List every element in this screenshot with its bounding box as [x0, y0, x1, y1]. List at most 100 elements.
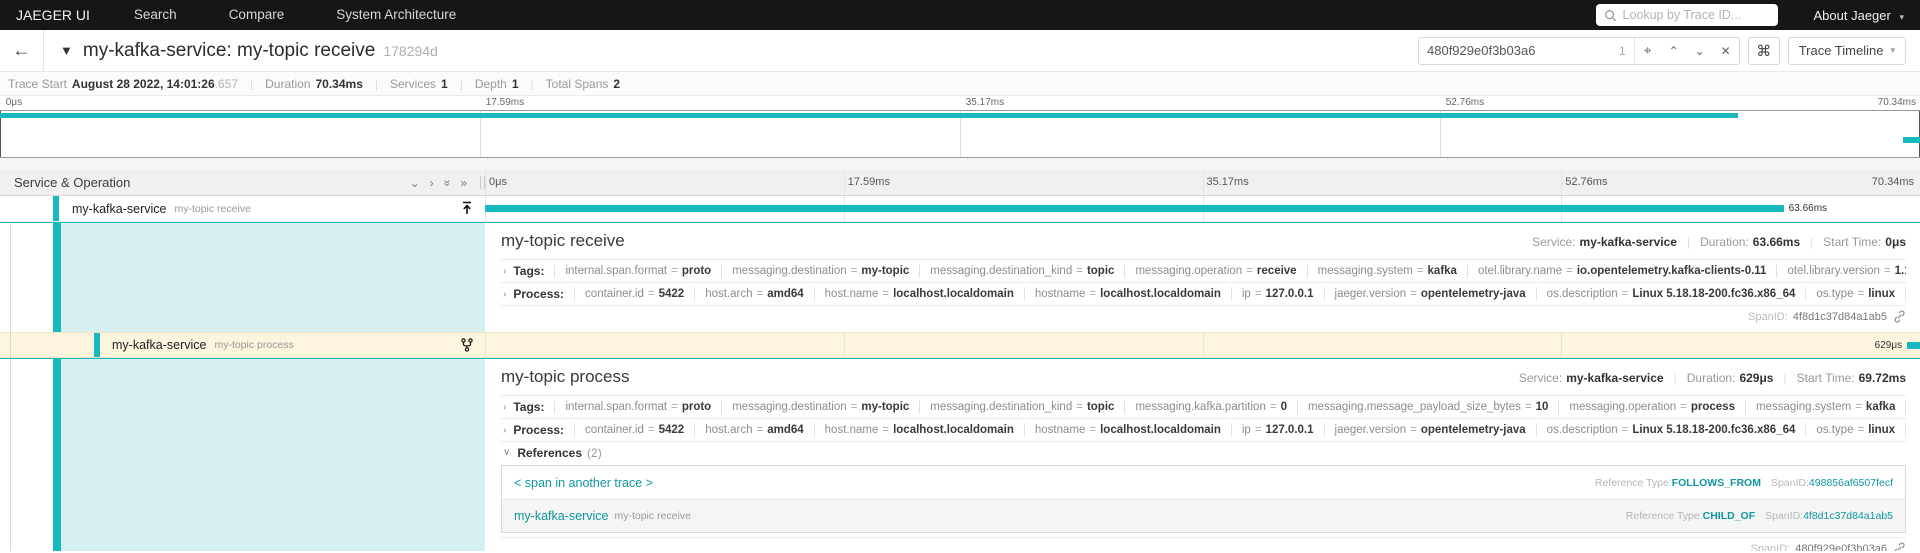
link-icon[interactable]: [1893, 542, 1906, 551]
kv-equals: =: [671, 401, 678, 413]
kv-value: 10: [1535, 401, 1549, 413]
minimap-span-bar: [0, 113, 1738, 118]
detail-meta-label: Duration:: [1700, 235, 1749, 249]
span-duration-bar[interactable]: [1907, 342, 1920, 349]
kv-equals: =: [1076, 265, 1083, 277]
kv-equals: =: [1857, 424, 1865, 436]
about-jaeger-menu[interactable]: About Jaeger ▾: [1814, 8, 1905, 23]
summary-item: Total Spans 2: [519, 77, 620, 91]
collapse-one-icon[interactable]: ⌄: [410, 176, 420, 190]
process-summary-row[interactable]: › Process: container.id = 5422 host.arch = amd6…: [501, 282, 1906, 305]
span-timeline-cell[interactable]: 63.66ms: [485, 196, 1920, 221]
timeline-tick-label: 0μs: [489, 176, 507, 188]
kv-key: container.id: [585, 424, 644, 436]
focus-match-icon[interactable]: ⌖: [1635, 38, 1661, 64]
detail-meta-label: Service:: [1532, 235, 1576, 249]
reference-spanid-value: 4f8d1c37d84a1ab5: [1803, 510, 1893, 522]
prev-match-icon[interactable]: ⌃: [1661, 38, 1687, 64]
nav-item-compare[interactable]: Compare: [229, 7, 285, 22]
span-detail-header: my-topic process Service: my-kafka-service…: [501, 367, 1906, 387]
collapse-all-icon[interactable]: »: [440, 179, 454, 186]
span-color-accent: [94, 333, 100, 357]
span-name-cell[interactable]: my-kafka-service my-topic process: [0, 333, 485, 357]
process-kv-pill: ip = 127.0.0.1: [1230, 423, 1324, 437]
process-kv-pill: container.id = 5422: [574, 423, 694, 437]
span-tree-accent-band: [53, 359, 61, 551]
span-service-name: my-kafka-service: [112, 338, 207, 352]
indent-guide-line: [10, 333, 11, 357]
tags-summary-row[interactable]: › Tags: internal.span.format = proto messagin…: [501, 395, 1906, 418]
kv-equals: =: [1857, 288, 1865, 300]
timeline-minimap[interactable]: [0, 110, 1920, 158]
nav-item-search[interactable]: Search: [134, 7, 177, 22]
tags-summary-row[interactable]: › Tags: internal.span.format = proto messagin…: [501, 259, 1906, 282]
tags-label: Tags:: [513, 264, 545, 278]
jaeger-logo[interactable]: JAEGER UI: [16, 7, 90, 23]
link-icon[interactable]: [1893, 310, 1906, 323]
kv-key: messaging.kafka.partition: [1135, 401, 1266, 413]
detail-meta-value: my-kafka-service: [1566, 371, 1664, 385]
chevron-right-icon: ›: [503, 288, 507, 300]
indent-guide-line: [10, 223, 11, 332]
tags-kv-pill: messaging.kafka.partition = 0: [1124, 400, 1297, 414]
process-kv-pill: process.command_line=/usr...: [1905, 287, 1906, 301]
tags-kv-pill: internal.span.format = proto: [554, 400, 721, 414]
tags-kv-pill: messaging.system = kafka: [1306, 264, 1467, 278]
reference-row[interactable]: my-kafka-service my-topic receive Referenc…: [502, 499, 1905, 532]
next-match-icon[interactable]: ⌄: [1687, 38, 1713, 64]
span-duration-bar[interactable]: [485, 205, 1784, 212]
search-icon: [1604, 9, 1616, 21]
kv-value: io.opentelemetry.kafka-clients-0.11: [1576, 265, 1767, 277]
chevron-down-icon: ∨: [503, 447, 511, 458]
process-kv-pill: hostname = localhost.localdomain: [1023, 287, 1231, 301]
kv-equals: =: [1566, 265, 1573, 277]
reference-type-label: Reference Type:: [1625, 510, 1703, 522]
trace-id-lookup-input[interactable]: Lookup by Trace ID...: [1595, 4, 1778, 26]
find-in-trace-input[interactable]: [1419, 43, 1619, 58]
kv-value: amd64: [767, 288, 804, 300]
expand-all-icon[interactable]: »: [460, 176, 467, 190]
kv-equals: =: [1524, 401, 1532, 413]
references-summary-row[interactable]: ∨ References (2): [501, 441, 1906, 463]
kv-value: 0: [1280, 401, 1287, 413]
span-detail-row: my-topic process Service: my-kafka-service…: [0, 358, 1920, 551]
timeline-gridline: [485, 333, 486, 357]
nav-item-system-architecture[interactable]: System Architecture: [336, 7, 456, 22]
kv-equals: =: [756, 424, 764, 436]
kv-equals: =: [1621, 288, 1629, 300]
reference-link[interactable]: < span in another trace >: [514, 476, 653, 490]
trace-summary-bar: Trace StartAugust 28 2022, 14:01:26.657D…: [0, 72, 1920, 96]
kv-equals: =: [1680, 401, 1687, 413]
minimap-tick-label: 52.76ms: [1445, 97, 1485, 108]
clear-search-icon[interactable]: ✕: [1713, 38, 1739, 64]
timeline-tick-label: 52.76ms: [1565, 176, 1608, 188]
reference-link[interactable]: my-kafka-service: [514, 509, 608, 523]
process-kv-pill: os.type = linux: [1805, 423, 1905, 437]
reference-row[interactable]: < span in another trace > Reference Type:…: [502, 466, 1905, 499]
summary-item: Services 1: [363, 77, 448, 91]
reference-meta: Reference Type:CHILD_OF SpanID:4f8d1c37d8…: [1626, 510, 1893, 522]
summary-item: Depth 1: [448, 77, 519, 91]
kv-equals: =: [1254, 288, 1262, 300]
expand-one-icon[interactable]: ›: [430, 176, 434, 190]
span-duration-label: 63.66ms: [1788, 203, 1828, 214]
keyboard-shortcuts-button[interactable]: ⌘: [1747, 36, 1780, 65]
kv-value: linux: [1868, 424, 1896, 436]
span-row[interactable]: my-kafka-service my-topic process 629μs: [0, 332, 1920, 358]
minimap-tick-label: 17.59ms: [485, 97, 525, 108]
references-count: (2): [587, 445, 602, 460]
trace-collapse-chevron-icon[interactable]: ▼: [60, 43, 73, 58]
divider: [0, 158, 1920, 170]
process-summary-row[interactable]: › Process: container.id = 5422 host.arch = amd6…: [501, 418, 1906, 441]
tags-kv-pill: messaging.destination_kind = topic: [919, 400, 1124, 414]
reference-spanid-value: 498856af6507fecf: [1808, 476, 1893, 489]
back-button[interactable]: ←: [0, 29, 44, 72]
span-timeline-cell[interactable]: 629μs: [485, 333, 1920, 357]
minimap-tick-label: 70.34ms: [1877, 97, 1916, 108]
span-row[interactable]: my-kafka-service my-topic receive 63.66ms: [0, 196, 1920, 222]
kv-equals: =: [1416, 265, 1424, 277]
span-operation-name: my-topic process: [214, 339, 294, 351]
span-name-cell[interactable]: my-kafka-service my-topic receive: [0, 196, 485, 221]
span-detail-operation: my-topic receive: [501, 231, 625, 250]
trace-view-selector[interactable]: Trace Timeline ▾: [1787, 36, 1906, 65]
